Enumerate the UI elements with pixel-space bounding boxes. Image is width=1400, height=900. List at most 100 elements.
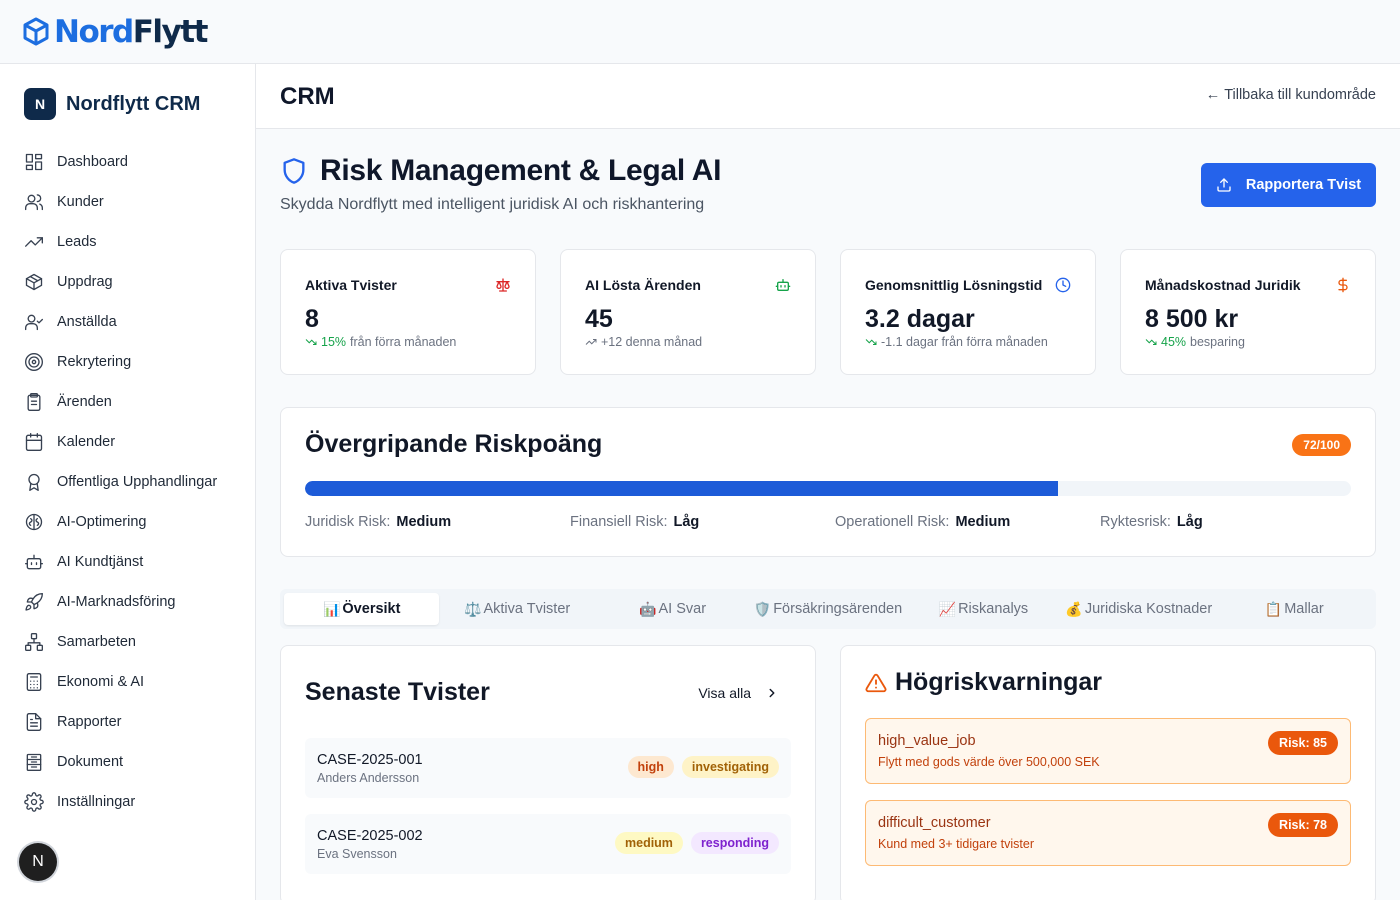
dispute-row[interactable]: CASE-2025-002 Eva Svensson medium respon… xyxy=(305,814,791,874)
user-avatar[interactable]: N xyxy=(19,843,57,881)
sidebar-item-uppdrag[interactable]: Uppdrag xyxy=(0,262,255,302)
report-button-label: Rapportera Tvist xyxy=(1245,177,1362,193)
dashboard-icon xyxy=(25,153,43,171)
view-all-button[interactable]: Visa alla xyxy=(698,685,779,701)
brand-logo[interactable]: NordFlytt xyxy=(22,12,209,52)
trending-up-icon xyxy=(585,339,597,345)
sidebar-item-dashboard[interactable]: Dashboard xyxy=(0,142,255,182)
page-subtitle: Skydda Nordflytt med intelligent juridis… xyxy=(280,196,705,213)
sidebar-item-ai-marknadsforing[interactable]: AI-Marknadsföring xyxy=(0,582,255,622)
case-customer: Eva Svensson xyxy=(317,847,397,861)
chart-icon: 📊 xyxy=(322,600,341,617)
risk-breakdown: Juridisk Risk: Medium Finansiell Risk: Låg… xyxy=(305,514,1365,530)
stat-card-monthly-legal-cost: Månadskostnad Juridik 8 500 kr 45% bespa… xyxy=(1120,249,1376,375)
risk-score-badge: Risk: 85 xyxy=(1268,731,1338,755)
rocket-icon xyxy=(25,592,43,611)
status-badge: investigating xyxy=(681,756,779,778)
sidebar-item-installningar[interactable]: Inställningar xyxy=(0,782,255,822)
brand-name-part1: Nord xyxy=(54,13,134,50)
sidebar-item-label: Uppdrag xyxy=(57,274,113,290)
back-link-label: Tillbaka till kundområde xyxy=(1224,87,1376,103)
alert-triangle-icon xyxy=(865,673,887,692)
stat-delta-text: besparing xyxy=(1190,335,1245,349)
dollar-icon xyxy=(1338,277,1348,293)
tab-oversikt[interactable]: 📊 Översikt xyxy=(284,593,440,625)
case-customer: Anders Andersson xyxy=(317,771,420,785)
stat-delta: -1.1 dagar från förra månaden xyxy=(865,335,1048,349)
logo-mark: N xyxy=(24,88,56,120)
package-icon xyxy=(25,273,43,291)
sidebar-item-label: Inställningar xyxy=(57,794,136,810)
sidebar-item-label: AI-Marknadsföring xyxy=(57,594,176,610)
panel-title: Högriskvarningar xyxy=(895,668,1103,696)
tab-mallar[interactable]: 📋 Mallar xyxy=(1217,593,1372,625)
sidebar-item-leads[interactable]: Leads xyxy=(0,222,255,262)
calculator-icon xyxy=(26,673,42,691)
library-icon xyxy=(26,753,42,771)
sidebar-item-anstallda[interactable]: Anställda xyxy=(0,302,255,342)
sidebar-item-label: Offentliga Upphandlingar xyxy=(57,474,218,490)
risk-score-badge: Risk: 78 xyxy=(1268,813,1338,837)
brand-name-part2: Flytt xyxy=(132,13,209,50)
warning-description: Flytt med gods värde över 500,000 SEK xyxy=(878,755,1100,769)
sidebar-item-arenden[interactable]: Ärenden xyxy=(0,382,255,422)
tab-riskanalys[interactable]: 📈 Riskanalys xyxy=(906,593,1061,625)
brand-bar: NordFlytt xyxy=(0,0,1400,64)
sidebar-item-label: Kalender xyxy=(57,434,116,450)
warning-type: difficult_customer xyxy=(878,815,991,831)
sidebar-item-ai-kundtjanst[interactable]: AI Kundtjänst xyxy=(0,542,255,582)
sidebar: N Nordflytt CRM Dashboard Kunder Leads U… xyxy=(0,64,256,900)
trending-down-icon xyxy=(1145,339,1157,345)
sidebar-item-ekonomi[interactable]: Ekonomi & AI xyxy=(0,662,255,702)
risk-item-operational: Operationell Risk: Medium xyxy=(835,514,1011,530)
sidebar-item-label: Ekonomi & AI xyxy=(57,674,145,690)
stat-label: Genomsnittlig Lösningstid xyxy=(865,277,1043,293)
sidebar-item-rekrytering[interactable]: Rekrytering xyxy=(0,342,255,382)
risk-item-reputation: Ryktesrisk: Låg xyxy=(1100,514,1203,530)
stat-value: 45 xyxy=(585,305,613,333)
sidebar-item-label: Samarbeten xyxy=(57,634,136,650)
stat-delta: +12 denna månad xyxy=(585,335,702,349)
risk-warning-item[interactable]: difficult_customer Kund med 3+ tidigare … xyxy=(865,800,1351,866)
stat-value: 8 500 kr xyxy=(1145,305,1239,333)
award-icon xyxy=(28,473,40,491)
tab-bar: 📊 Översikt ⚖️ Aktiva Tvister 🤖 AI Svar 🛡️ Fö… xyxy=(280,589,1376,629)
users-icon xyxy=(25,194,43,211)
tab-forsakringsarenden[interactable]: 🛡️ Försäkringsärenden xyxy=(750,593,905,625)
app-name: Nordflytt CRM xyxy=(66,92,201,115)
sidebar-item-kunder[interactable]: Kunder xyxy=(0,182,255,222)
sidebar-item-ai-optimering[interactable]: AI-Optimering xyxy=(0,502,255,542)
sidebar-item-label: AI-Optimering xyxy=(57,514,147,530)
stat-card-ai-solved: AI Lösta Ärenden 45 +12 denna månad xyxy=(560,249,816,375)
sidebar-item-label: Ärenden xyxy=(57,394,112,410)
sidebar-item-upphandlingar[interactable]: Offentliga Upphandlingar xyxy=(0,462,255,502)
sidebar-item-rapporter[interactable]: Rapporter xyxy=(0,702,255,742)
sidebar-item-kalender[interactable]: Kalender xyxy=(0,422,255,462)
risk-score-badge: 72/100 xyxy=(1292,434,1351,456)
back-to-customer-link[interactable]: ← Tillbaka till kundområde xyxy=(1206,87,1376,103)
settings-icon xyxy=(24,792,44,812)
clipboard-icon xyxy=(27,393,41,411)
clock-icon xyxy=(1055,277,1071,293)
box-logo-icon xyxy=(23,17,49,46)
sidebar-item-dokument[interactable]: Dokument xyxy=(0,742,255,782)
status-badge: responding xyxy=(690,832,779,854)
clipboard-icon: 📋 xyxy=(1264,600,1283,617)
tab-juridiska-kostnader[interactable]: 💰 Juridiska Kostnader xyxy=(1061,593,1216,625)
page-heading: Risk Management & Legal AI Skydda Nordfl… xyxy=(280,154,721,214)
stat-card-avg-resolution: Genomsnittlig Lösningstid 3.2 dagar -1.1… xyxy=(840,249,1096,375)
sidebar-item-samarbeten[interactable]: Samarbeten xyxy=(0,622,255,662)
risk-warning-item[interactable]: high_value_job Flytt med gods värde över… xyxy=(865,718,1351,784)
trending-chart-icon: 📈 xyxy=(938,600,957,617)
tab-aktiva-tvister[interactable]: ⚖️ Aktiva Tvister xyxy=(439,593,594,625)
tab-ai-svar[interactable]: 🤖 AI Svar xyxy=(595,593,750,625)
dispute-row[interactable]: CASE-2025-001 Anders Andersson high inve… xyxy=(305,738,791,798)
stat-label: Månadskostnad Juridik xyxy=(1145,277,1301,293)
shield-icon xyxy=(283,158,305,184)
header-title: CRM xyxy=(280,83,335,110)
stat-delta-text: -1.1 dagar från förra månaden xyxy=(881,335,1048,349)
report-dispute-button[interactable]: Rapportera Tvist xyxy=(1201,163,1376,207)
sidebar-logo[interactable]: N Nordflytt CRM xyxy=(24,88,200,120)
risk-item-legal: Juridisk Risk: Medium xyxy=(305,514,452,530)
stat-delta-text: +12 denna månad xyxy=(601,335,703,349)
